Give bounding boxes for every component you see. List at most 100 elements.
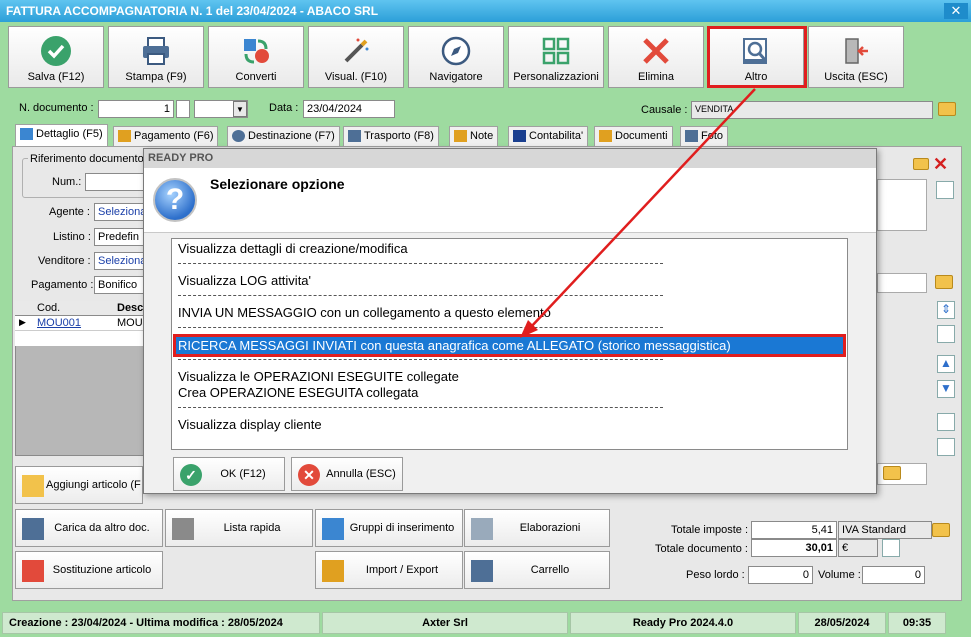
ndoc-input[interactable]: 1 (98, 100, 174, 118)
tab-pagamento[interactable]: Pagamento (F6) (113, 126, 219, 146)
option-creation-details[interactable]: Visualizza dettagli di creazione/modific… (176, 240, 843, 257)
separator (178, 407, 663, 408)
cancel-button[interactable]: ✕ Annulla (ESC) (291, 457, 403, 491)
close-icon[interactable]: ✕ (944, 3, 968, 19)
tab-trasporto[interactable]: Trasporto (F8) (343, 126, 439, 146)
zoom-icon[interactable] (882, 539, 900, 557)
status-version: Ready Pro 2024.4.0 (570, 612, 796, 634)
ok-button[interactable]: ✓ OK (F12) (173, 457, 285, 491)
edit-icon[interactable] (936, 181, 954, 199)
gross-weight-input[interactable]: 0 (748, 566, 813, 584)
volume-input[interactable]: 0 (862, 566, 925, 584)
option-send-message[interactable]: INVIA UN MESSAGGIO con un collegamento a… (176, 304, 843, 321)
tab-documenti[interactable]: Documenti (594, 126, 673, 146)
cancel-label: Annulla (ESC) (326, 468, 396, 480)
status-time: 09:35 (888, 612, 946, 634)
tab-label: Foto (701, 130, 724, 142)
magic-wand-icon (344, 38, 369, 63)
option-view-operations[interactable]: Visualizza le OPERAZIONI ESEGUITE colleg… (176, 368, 843, 385)
venditore-select[interactable]: Seleziona (94, 252, 146, 270)
agente-select[interactable]: Seleziona (94, 203, 146, 221)
arrow-up-icon[interactable]: ▲ (937, 355, 955, 373)
tab-note[interactable]: Note (449, 126, 499, 146)
options-list[interactable]: Visualizza dettagli di creazione/modific… (171, 238, 848, 450)
navigator-button[interactable]: Navigatore (408, 26, 504, 88)
delete-button[interactable]: Elimina (608, 26, 704, 88)
copy-icon[interactable] (937, 413, 955, 431)
visual-button[interactable]: Visual. (F10) (308, 26, 404, 88)
save-button[interactable]: Salva (F12) (8, 26, 104, 88)
table-row[interactable] (15, 331, 146, 346)
print-label: Stampa (F9) (125, 71, 187, 83)
tab-foto[interactable]: Foto (680, 126, 729, 146)
num-input[interactable] (85, 173, 145, 191)
navigator-label: Navigatore (429, 71, 483, 83)
search-icon[interactable] (937, 325, 955, 343)
gross-weight-label: Peso lordo : (686, 569, 745, 581)
quick-list-label: Lista rapida (223, 522, 281, 534)
camera-icon (685, 130, 698, 142)
option-search-sent-messages[interactable]: RICERCA MESSAGGI INVIATI con questa anag… (173, 334, 846, 357)
row-code[interactable]: MOU001 (37, 317, 81, 329)
load-from-doc-button[interactable]: Carica da altro doc. (15, 509, 163, 547)
option-activity-log[interactable]: Visualizza LOG attivita' (176, 272, 843, 289)
gear-icon (471, 518, 493, 540)
total-tax-label: Totale imposte : (671, 524, 749, 536)
processing-button[interactable]: Elaborazioni (464, 509, 610, 547)
listino-select[interactable]: Predefin (94, 228, 146, 246)
cart-button[interactable]: Carrello (464, 551, 610, 589)
option-customer-display[interactable]: Visualizza display cliente (176, 416, 843, 433)
separator (178, 359, 663, 360)
arrow-down-icon[interactable]: ▼ (937, 380, 955, 398)
add-article-button[interactable]: Aggiungi articolo (F (15, 466, 143, 504)
close-icon[interactable]: ✕ (933, 155, 948, 173)
replace-label: Sostituzione articolo (52, 564, 152, 576)
tab-dettaglio[interactable]: Dettaglio (F5) (15, 124, 108, 146)
folder-icon[interactable] (932, 523, 950, 537)
dialog-header: ? Selezionare opzione (144, 168, 876, 233)
folder-icon[interactable] (913, 158, 929, 170)
causale-input[interactable]: VENDITA (691, 101, 933, 119)
date-input[interactable]: 23/04/2024 (303, 100, 395, 118)
add-article-label: Aggiungi articolo (F (46, 479, 141, 491)
tab-contabilita[interactable]: Contabilita' (508, 126, 589, 146)
exit-door-icon (845, 38, 868, 64)
folder-icon[interactable] (883, 466, 901, 480)
tab-destinazione[interactable]: Destinazione (F7) (227, 126, 340, 146)
ndoc-suffix[interactable] (176, 100, 190, 118)
database-icon (322, 560, 344, 582)
paste-icon[interactable] (937, 438, 955, 456)
insert-groups-button[interactable]: Gruppi di inserimento (315, 509, 463, 547)
agente-label: Agente : (49, 206, 90, 218)
notes-area[interactable] (877, 179, 927, 231)
payment-icon (118, 130, 131, 142)
print-button[interactable]: Stampa (F9) (108, 26, 204, 88)
option-create-operation[interactable]: Crea OPERAZIONE ESEGUITA collegata (176, 384, 843, 401)
customize-label: Personalizzazioni (513, 71, 599, 83)
import-label: Import / Export (365, 564, 439, 576)
save-label: Salva (F12) (27, 71, 85, 83)
pagamento-select[interactable]: Bonifico (94, 276, 146, 294)
convert-button[interactable]: Converti (208, 26, 304, 88)
currency-select[interactable]: € (838, 539, 878, 557)
quick-list-button[interactable]: Lista rapida (165, 509, 313, 547)
reference-label: Riferimento documento (28, 153, 146, 165)
replace-article-button[interactable]: Sostituzione articolo (15, 551, 163, 589)
folder-icon[interactable] (935, 275, 953, 289)
sort-icon[interactable]: ⇕ (937, 301, 955, 319)
total-doc-value: 30,01 (751, 539, 837, 557)
vat-select[interactable]: IVA Standard (838, 521, 932, 539)
cancel-x-icon: ✕ (298, 464, 320, 486)
folder-icon[interactable] (938, 102, 956, 116)
volume-label: Volume : (818, 569, 861, 581)
detail-icon (20, 128, 33, 140)
delete-x-icon (643, 38, 669, 64)
extra-field[interactable] (877, 273, 927, 293)
chevron-down-icon[interactable]: ▼ (233, 101, 247, 117)
import-export-button[interactable]: Import / Export (315, 551, 463, 589)
customize-button[interactable]: Personalizzazioni (508, 26, 604, 88)
causale-label: Causale : (641, 104, 688, 116)
venditore-label: Venditore : (38, 255, 91, 267)
exit-button[interactable]: Uscita (ESC) (808, 26, 904, 88)
num-label: Num.: (52, 176, 82, 188)
